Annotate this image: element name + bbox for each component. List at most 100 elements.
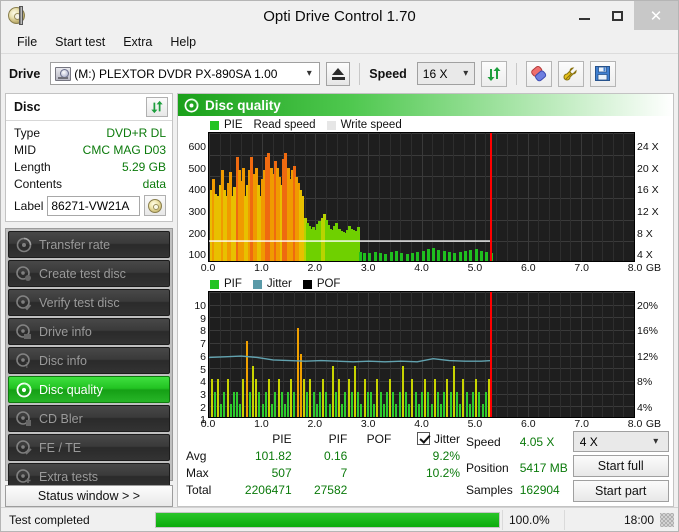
legend-swatch-pof	[302, 279, 312, 289]
sidebar-item-transfer-rate[interactable]: Transfer rate	[8, 231, 170, 258]
eraser-button[interactable]	[525, 60, 552, 87]
x-tick-label: 6.0	[520, 418, 536, 430]
chart-line-jitter	[209, 355, 492, 363]
tools-icon	[563, 66, 577, 81]
disc-type-label: Type	[14, 126, 41, 140]
sidebar-item-disc-info[interactable]: i Disc info	[8, 347, 170, 374]
stat-max-pif: 7	[340, 466, 348, 480]
sidebar-item-label: CD Bler	[39, 411, 83, 426]
pif-y2-axis: 20% 16% 12% 8% 4%	[635, 291, 669, 418]
tools-button[interactable]	[557, 60, 584, 87]
run-speed-label: Speed	[466, 434, 501, 449]
menu-help[interactable]: Help	[162, 32, 204, 52]
disc-row-type: Type DVD+R DL	[14, 125, 166, 141]
start-full-button[interactable]: Start full	[572, 455, 669, 477]
chevron-down-icon: ▾	[463, 68, 469, 79]
disc-info-panel: Disc Type DVD+R DL MID CMC MAG D03 Lengt…	[5, 93, 173, 222]
sidebar-item-cd-bler[interactable]: CD Bler	[8, 405, 170, 432]
run-position-label: Position	[466, 460, 509, 475]
sidebar-item-label: Disc info	[39, 353, 87, 368]
disc-length-value: 5.29 GB	[121, 160, 166, 174]
stat-row-label-avg: Avg	[186, 449, 207, 463]
eject-icon	[331, 67, 345, 80]
maximize-button[interactable]	[601, 1, 634, 30]
run-info-area: Speed 4.05 X Position 5417 MB Samples 16…	[464, 431, 669, 502]
elapsed-time: 18:00	[564, 509, 660, 530]
toolbar-divider-1	[359, 62, 361, 85]
disc-extra-icon	[16, 468, 31, 483]
start-part-button[interactable]: Start part	[572, 480, 669, 502]
menu-file[interactable]: File	[9, 32, 45, 52]
run-info-position-row: Position 5417 MB	[464, 457, 573, 479]
run-position-value: 5417 MB	[519, 460, 568, 475]
status-window-button[interactable]: Status window > >	[5, 485, 173, 507]
eject-button[interactable]	[326, 61, 351, 86]
save-icon	[595, 66, 611, 81]
disc-label-button[interactable]	[144, 195, 166, 216]
legend-swatch-pie	[210, 120, 219, 130]
stat-col-jitter-label: Jitter	[433, 432, 460, 446]
save-button[interactable]	[589, 60, 616, 87]
pie-chart-legend: PIE Read speed Write speed	[182, 118, 669, 132]
stat-col-jitter: Jitter	[395, 431, 464, 448]
refresh-button[interactable]	[480, 60, 507, 87]
sidebar-item-drive-info[interactable]: Drive info	[8, 318, 170, 345]
sidebar-item-verify-test-disc[interactable]: Verify test disc	[8, 289, 170, 316]
eraser-icon	[530, 65, 546, 81]
minimize-button[interactable]	[568, 1, 601, 30]
disc-label-input[interactable]: 86271-VW21A	[47, 195, 140, 216]
disc-properties: Type DVD+R DL MID CMC MAG D03 Length 5.2…	[6, 121, 172, 221]
y2-tick-label: 16 X	[637, 184, 659, 197]
stat-avg-jitter: 9.2%	[432, 449, 460, 463]
disc-type-value: DVD+R DL	[106, 126, 166, 140]
resize-grip-icon[interactable]	[660, 512, 674, 527]
legend-label-read-speed: Read speed	[253, 119, 316, 131]
pie-plot[interactable]	[208, 132, 635, 262]
chevron-down-icon: ▾	[306, 68, 312, 79]
legend-label-pie: PIE	[224, 119, 243, 131]
jitter-checkbox[interactable]	[416, 432, 430, 445]
y-tick-label: 2	[200, 401, 206, 414]
refresh-icon	[151, 100, 163, 114]
x-tick-label: 4.0	[414, 262, 429, 274]
run-info-samples-row: Samples 162904	[464, 480, 573, 502]
menu-extra[interactable]: Extra	[115, 32, 160, 52]
stat-total-jitter	[395, 482, 464, 499]
table-row: Total 2206471 27582	[182, 482, 464, 499]
y2-tick-label: 4 X	[637, 249, 653, 262]
sidebar-item-label: Verify test disc	[39, 295, 120, 310]
sidebar-item-fe-te[interactable]: FE / TE	[8, 434, 170, 461]
disc-contents-value: data	[142, 177, 166, 191]
title-bar: Opti Drive Control 1.70 ✕	[1, 1, 678, 31]
left-panel: Disc Type DVD+R DL MID CMC MAG D03 Lengt…	[5, 93, 173, 507]
close-button[interactable]: ✕	[634, 1, 678, 30]
x-tick-label: 6.0	[520, 262, 536, 274]
x-tick-label: 5.0	[467, 262, 483, 274]
y2-tick-label: 8%	[637, 376, 653, 389]
drive-select-value: (M:) PLEXTOR DVDR PX-890SA 1.00	[74, 66, 278, 81]
table-row: Max 507 7 10.2%	[182, 465, 464, 482]
app-window: Opti Drive Control 1.70 ✕ File Start tes…	[0, 0, 679, 532]
speed-select[interactable]: 16 X ▾	[416, 62, 475, 85]
pif-plot[interactable]	[208, 291, 635, 418]
disc-drive-info-icon	[16, 323, 31, 339]
menu-start-test[interactable]: Start test	[47, 32, 113, 52]
disc-row-length: Length 5.29 GB	[14, 159, 166, 175]
table-row: Avg 101.82 0.16 9.2%	[182, 448, 464, 465]
stat-max-jitter: 10.2%	[425, 466, 460, 480]
drive-icon	[55, 66, 72, 81]
disc-row-mid: MID CMC MAG D03	[14, 142, 166, 158]
progress-percent: 100.0%	[502, 509, 564, 530]
sidebar-item-create-test-disc[interactable]: Create test disc	[8, 260, 170, 287]
progress-track	[155, 511, 500, 528]
x-tick-label: 8.0	[627, 262, 643, 274]
sidebar-item-disc-quality[interactable]: Disc quality	[8, 376, 170, 403]
y2-tick-label: 16%	[637, 325, 659, 338]
run-samples-label: Samples	[466, 483, 513, 498]
disc-icon	[148, 198, 162, 213]
disc-refresh-button[interactable]	[146, 97, 168, 117]
run-samples-value: 162904	[519, 483, 560, 498]
drive-select[interactable]: (M:) PLEXTOR DVDR PX-890SA 1.00 ▾	[50, 62, 321, 85]
y-tick-label: 7	[200, 338, 206, 351]
test-speed-select[interactable]: 4 X ▾	[572, 431, 669, 452]
